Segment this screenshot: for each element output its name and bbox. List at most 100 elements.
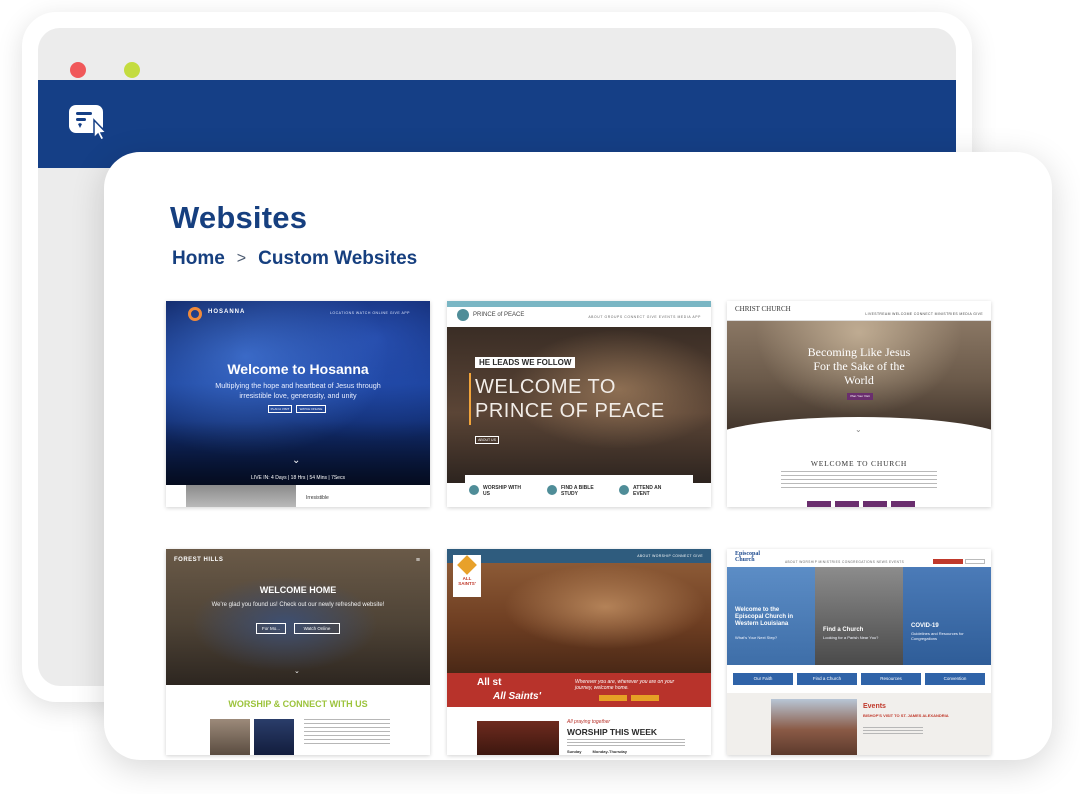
panel-subtitle: Guidelines and Resources for Congregatio… bbox=[911, 631, 964, 641]
hero-image bbox=[447, 563, 711, 673]
website-thumbnail-all-saints[interactable]: ABOUT WORSHIP CONNECT GIVE ALL SAINTS' A… bbox=[447, 549, 711, 755]
breadcrumb-home[interactable]: Home bbox=[172, 248, 225, 270]
hero-title: WELCOME TO PRINCE OF PEACE bbox=[475, 375, 665, 423]
search-input bbox=[965, 559, 985, 564]
photo bbox=[210, 719, 250, 755]
paragraph-placeholder bbox=[863, 727, 923, 735]
site-nav: LOCATIONS WATCH ONLINE GIVE APP bbox=[329, 311, 410, 315]
church-photo bbox=[771, 699, 857, 755]
website-thumbnail-forest-hills[interactable]: FOREST HILLS ≡ WELCOME HOME We're glad y… bbox=[166, 549, 430, 755]
banner-text: All Saints' bbox=[493, 691, 541, 702]
paragraph-placeholder bbox=[567, 739, 685, 747]
website-thumbnail-christ-church[interactable]: CHRIST CHURCH LIVESTREAM WELCOME CONNECT… bbox=[727, 301, 991, 507]
section-title: WELCOME TO CHURCH bbox=[810, 459, 908, 468]
banner-tagline: Wherever you are, wherever you are on yo… bbox=[575, 679, 675, 691]
hero-title: Welcome to Hosanna bbox=[227, 361, 369, 377]
website-thumbnail-hosanna[interactable]: HOSANNA LOCATIONS WATCH ONLINE GIVE APP … bbox=[166, 301, 430, 507]
breadcrumb: Home > Custom Websites bbox=[172, 248, 417, 270]
hero-button: PLAN A VISIT bbox=[268, 405, 292, 413]
hosanna-logo-icon bbox=[188, 307, 202, 321]
site-nav: ABOUT WORSHIP MINISTRIES CONGREGATIONS N… bbox=[785, 560, 905, 564]
events-title: Events bbox=[863, 703, 886, 710]
panel-subtitle: Looking for a Parish Near You? bbox=[823, 635, 879, 640]
banner-button bbox=[599, 695, 627, 701]
hero-button: WATCH ONLINE bbox=[296, 405, 326, 413]
quick-link-tab: Find a Church bbox=[797, 673, 857, 685]
maximize-dot[interactable] bbox=[124, 62, 140, 78]
site-nav-bar bbox=[727, 549, 991, 567]
website-builder-icon bbox=[69, 105, 108, 140]
hero-title-line: PRINCE OF PEACE bbox=[475, 400, 665, 422]
hero-title-line: WELCOME TO bbox=[475, 376, 616, 398]
panel-title: COVID-19 bbox=[911, 623, 939, 629]
close-dot[interactable] bbox=[70, 62, 86, 78]
link-pill bbox=[807, 501, 831, 507]
card-label: WORSHIP WITH US bbox=[483, 485, 521, 497]
hero-title-line: World bbox=[844, 373, 874, 387]
altar-image bbox=[477, 721, 559, 755]
link-pill bbox=[835, 501, 859, 507]
hero-title-line: Becoming Like Jesus bbox=[807, 345, 911, 359]
accent-bar bbox=[469, 373, 471, 425]
site-logo: ALL SAINTS' bbox=[458, 576, 476, 586]
paragraph-placeholder bbox=[781, 471, 937, 491]
section-title: WORSHIP THIS WEEK bbox=[567, 727, 658, 737]
site-logo: HOSANNA bbox=[208, 309, 246, 315]
link-pill bbox=[891, 501, 915, 507]
hero-subtitle: We're glad you found us! Check out our n… bbox=[211, 602, 385, 608]
event-icon bbox=[619, 485, 629, 495]
quick-link-tab: Resources bbox=[861, 673, 921, 685]
banner-button bbox=[631, 695, 659, 701]
hero-tagline: HE LEADS WE FOLLOW bbox=[475, 357, 576, 368]
hero-button: ABOUT US bbox=[475, 436, 499, 444]
hero-button: Plan Your Visit bbox=[847, 393, 873, 400]
logo-line: Church bbox=[735, 557, 755, 563]
events-section bbox=[727, 693, 991, 755]
donate-button bbox=[933, 559, 963, 564]
page-title: Websites bbox=[170, 200, 308, 235]
site-logo: PRINCE of PEACE bbox=[473, 312, 525, 318]
hero-title: Becoming Like Jesus For the Sake of the … bbox=[727, 345, 991, 387]
menu-icon: ≡ bbox=[415, 557, 420, 564]
site-nav: LIVESTREAM WELCOME CONNECT MINISTRIES ME… bbox=[865, 312, 983, 316]
worship-icon bbox=[469, 485, 479, 495]
schedule-days: Sunday Monday-Thursday bbox=[567, 749, 628, 754]
section-kicker: All praying together bbox=[567, 719, 611, 725]
chevron-down-icon: ⌄ bbox=[855, 425, 862, 434]
hero-title-line: For the Sake of the bbox=[813, 359, 905, 373]
websites-panel: Websites Home > Custom Websites HOSANNA … bbox=[104, 152, 1052, 760]
site-logo: CHRIST CHURCH bbox=[735, 305, 791, 313]
seal-image bbox=[186, 485, 296, 507]
website-thumbnail-episcopal-church[interactable]: Episcopal Church ABOUT WORSHIP MINISTRIE… bbox=[727, 549, 991, 755]
hero-image bbox=[166, 549, 430, 685]
panel-title: Welcome to the Episcopal Church in Weste… bbox=[735, 607, 794, 627]
site-nav: ABOUT WORSHIP CONNECT GIVE bbox=[637, 554, 703, 558]
chevron-down-icon: ⌄ bbox=[292, 455, 301, 466]
breadcrumb-current: Custom Websites bbox=[258, 248, 418, 269]
hero-panel bbox=[903, 567, 991, 665]
site-logo: FOREST HILLS bbox=[174, 557, 224, 563]
footer-text: Irresistible bbox=[306, 495, 329, 501]
chevron-right-icon: > bbox=[236, 250, 247, 267]
cross-logo-icon bbox=[457, 309, 469, 321]
panel-subtitle: What's Your Next Step? bbox=[735, 635, 778, 640]
quick-link-tab: Convention bbox=[925, 673, 985, 685]
hero-button: For Mo... bbox=[256, 623, 286, 634]
panel-title: Find a Church bbox=[823, 627, 864, 633]
bible-icon bbox=[547, 485, 557, 495]
countdown-text: LIVE IN: 4 Days | 18 Hrs | 54 Mins | 7Se… bbox=[251, 475, 345, 481]
photo bbox=[254, 719, 294, 755]
link-pill bbox=[863, 501, 887, 507]
website-thumbnail-prince-of-peace[interactable]: PRINCE of PEACE ABOUT GROUPS CONNECT GIV… bbox=[447, 301, 711, 507]
section-title: WORSHIP & CONNECT WITH US bbox=[228, 699, 368, 709]
quick-link-tab: Our Faith bbox=[733, 673, 793, 685]
banner-text: All st bbox=[477, 677, 502, 688]
hero-panel bbox=[815, 567, 903, 665]
site-nav: ABOUT GROUPS CONNECT GIVE EVENTS MEDIA A… bbox=[588, 315, 701, 319]
hero-button: Watch Online bbox=[294, 623, 340, 634]
paragraph-placeholder bbox=[304, 719, 390, 747]
card-label: FIND A BIBLE STUDY bbox=[561, 485, 594, 497]
chevron-down-icon: ⌄ bbox=[294, 668, 300, 675]
card-label: ATTEND AN EVENT bbox=[633, 485, 662, 497]
site-logo: Episcopal Church bbox=[735, 551, 760, 563]
